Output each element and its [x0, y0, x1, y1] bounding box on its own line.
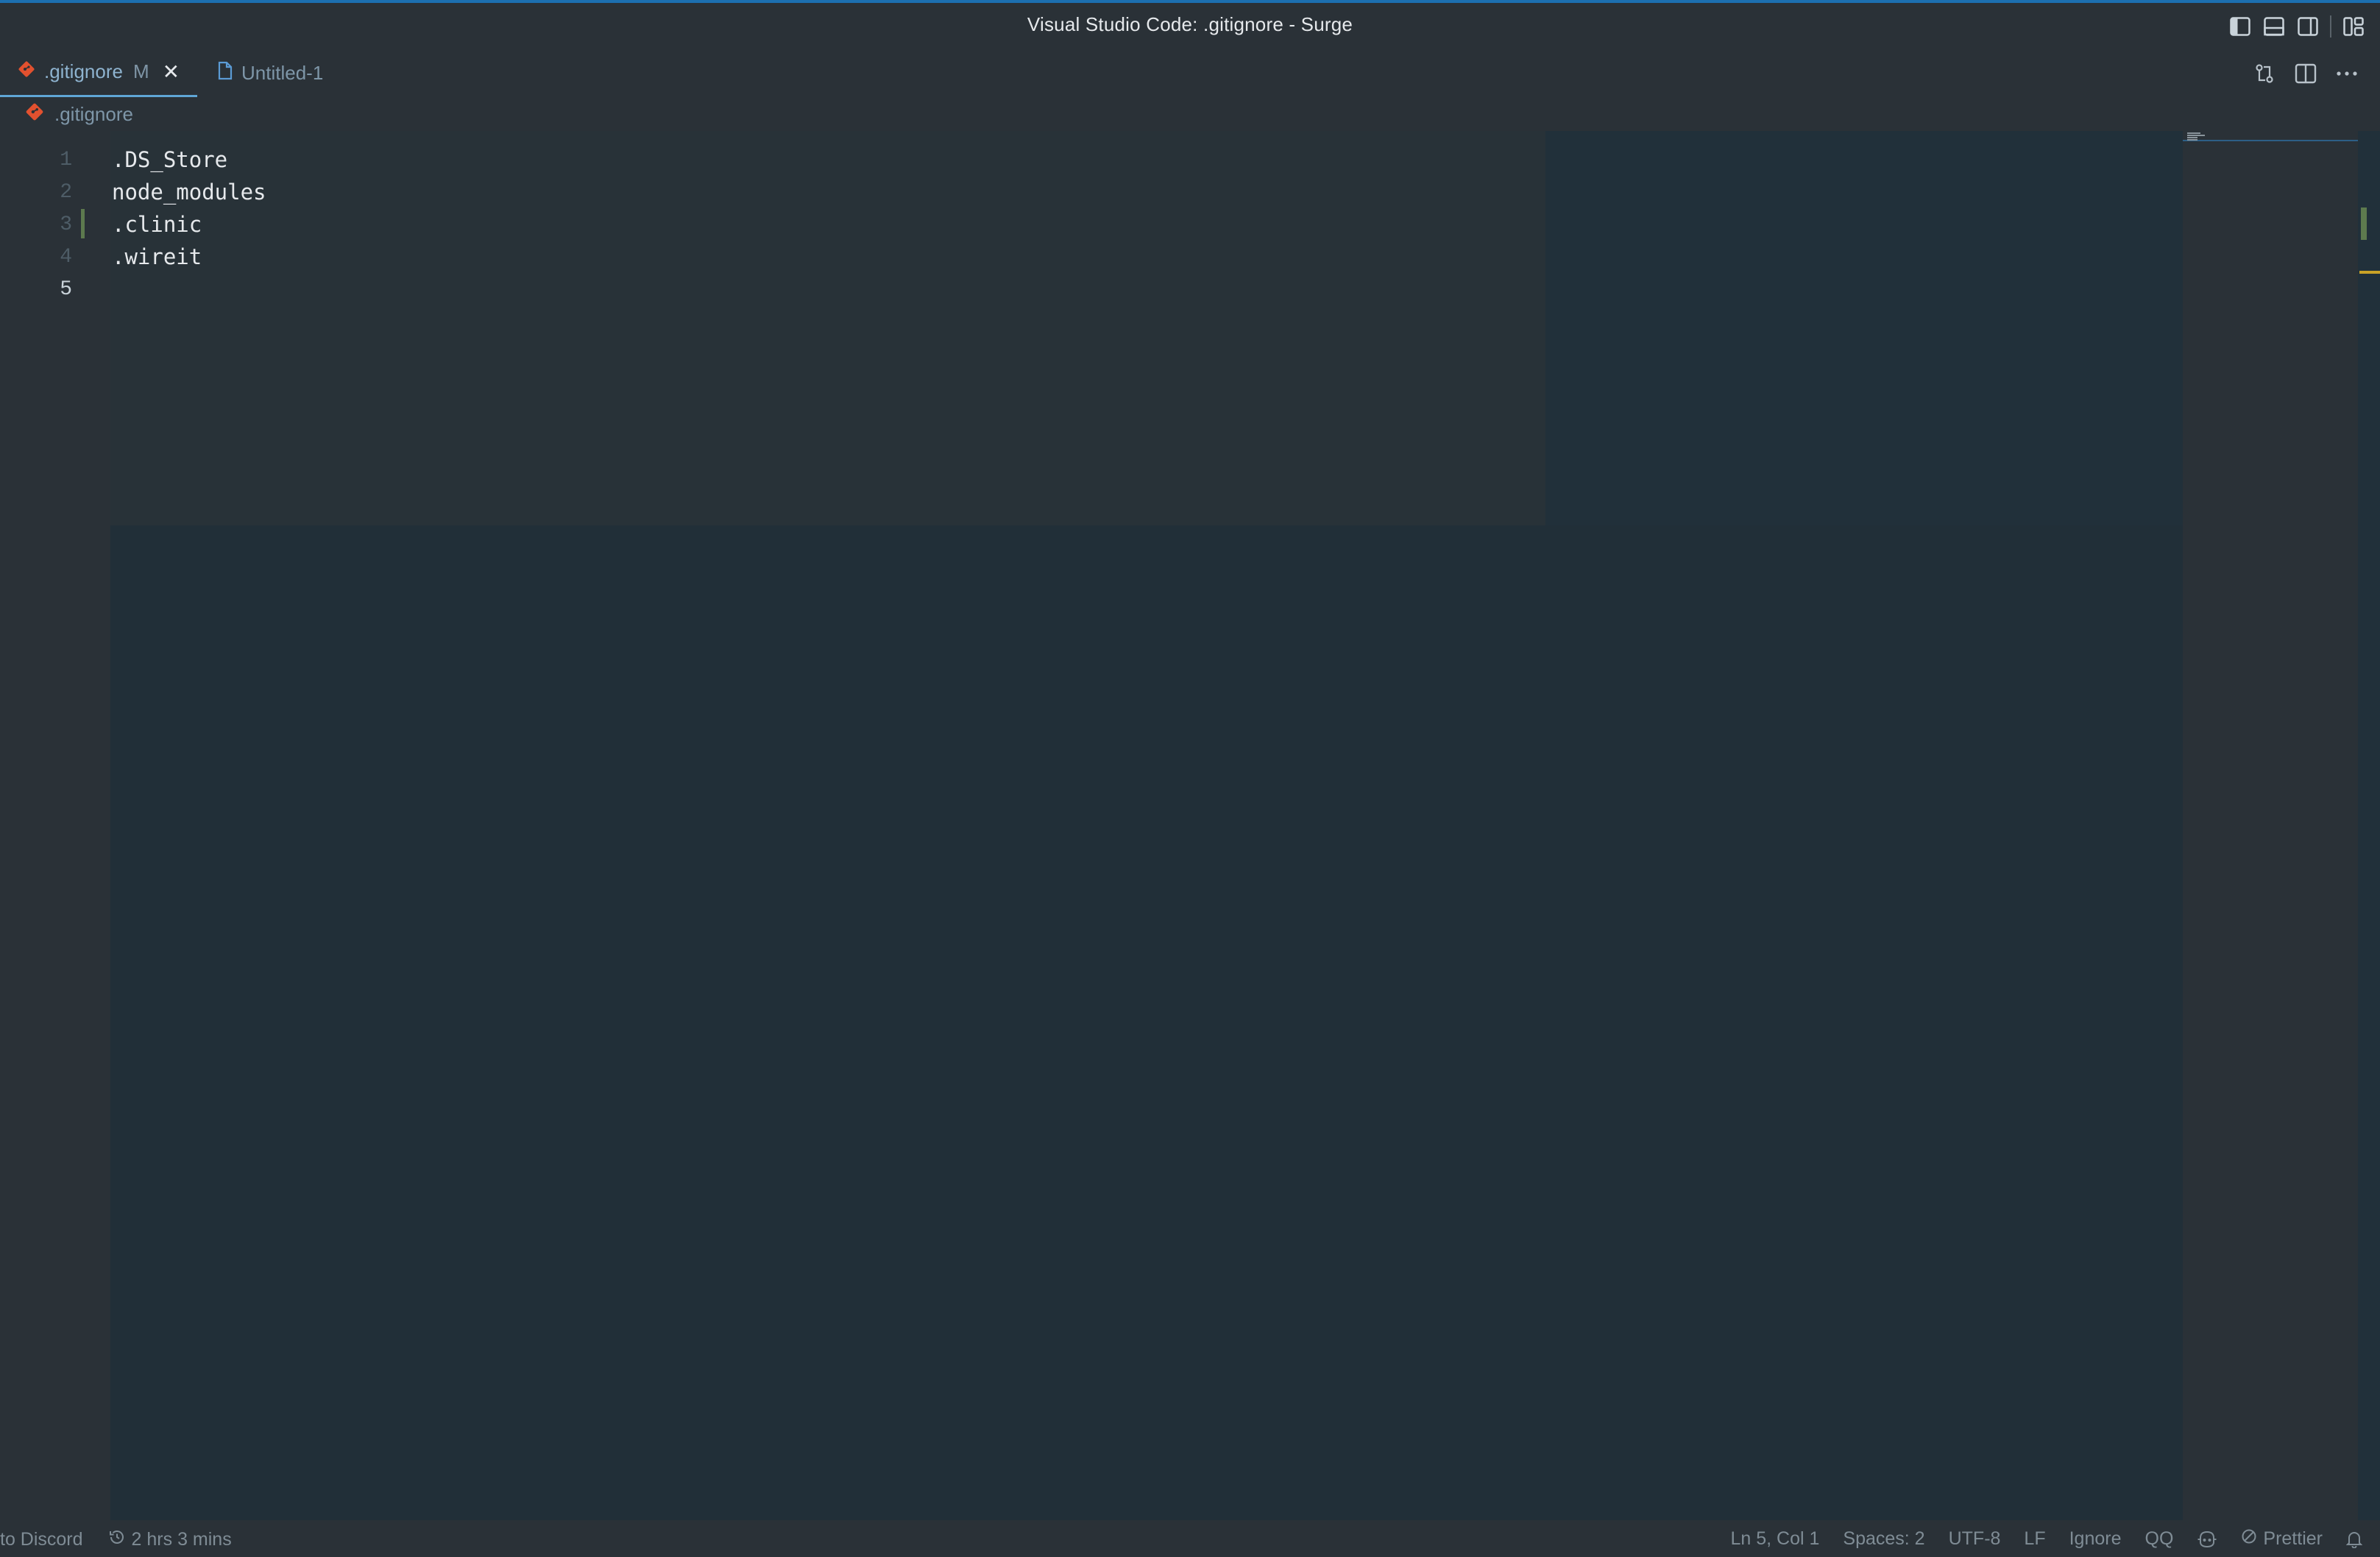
toggle-secondary-sidebar-icon[interactable] — [2296, 15, 2320, 38]
title-bar: Visual Studio Code: .gitignore - Surge — [0, 0, 2380, 49]
prettier-label: Prettier — [2263, 1528, 2323, 1549]
time-tracker[interactable]: 2 hrs 3 mins — [108, 1528, 232, 1551]
language-mode-selector[interactable]: Ignore — [2069, 1528, 2122, 1550]
breadcrumb[interactable]: .gitignore — [0, 97, 2380, 131]
minimap[interactable] — [2183, 131, 2358, 1520]
scrollbar-cursor-marker — [2359, 271, 2380, 274]
code-editor[interactable]: 1 2 3 4 5 .DS_Store node_modules .clinic… — [0, 131, 2380, 1520]
line-number: 4 — [60, 246, 72, 269]
discord-status[interactable]: to Discord — [0, 1529, 83, 1550]
time-tracked-label: 2 hrs 3 mins — [131, 1529, 232, 1550]
status-bar-left: to Discord 2 hrs 3 mins — [0, 1528, 232, 1551]
scrollbar-git-change-marker — [2361, 208, 2367, 240]
tab-untitled-1[interactable]: Untitled-1 — [213, 49, 361, 97]
editor-empty-area — [110, 525, 2183, 1520]
tab-label: Untitled-1 — [241, 61, 324, 84]
minimap-viewport[interactable] — [2183, 131, 2358, 141]
window-title: Visual Studio Code: .gitignore - Surge — [1027, 13, 1353, 35]
open-changes-icon[interactable] — [2252, 61, 2277, 86]
toggle-primary-sidebar-icon[interactable] — [2228, 15, 2252, 38]
prettier-status[interactable]: Prettier — [2241, 1528, 2323, 1550]
line-number: 2 — [60, 181, 72, 204]
line-number: 3 — [60, 213, 72, 236]
vscode-window: Visual Studio Code: .gitignore - Surge .… — [0, 0, 2380, 1557]
breadcrumb-label: .gitignore — [54, 102, 133, 125]
tab-gitignore[interactable]: .gitignore M ✕ — [0, 49, 197, 97]
editor-tab-bar: .gitignore M ✕ Untitled-1 — [0, 49, 2380, 97]
toggle-panel-icon[interactable] — [2262, 15, 2286, 38]
layout-controls — [2228, 15, 2365, 38]
more-actions-icon[interactable] — [2334, 61, 2359, 86]
code-line[interactable]: .DS_Store — [112, 147, 227, 172]
status-bar-right: Ln 5, Col 1 Spaces: 2 UTF-8 LF Ignore QQ… — [1730, 1528, 2362, 1550]
git-added-line-marker[interactable] — [81, 209, 85, 238]
customize-layout-icon[interactable] — [2342, 15, 2365, 38]
editor-actions — [2252, 61, 2359, 86]
file-icon — [218, 61, 233, 85]
layout-separator — [2330, 15, 2331, 38]
indentation-selector[interactable]: Spaces: 2 — [1843, 1528, 1924, 1550]
close-icon[interactable]: ✕ — [163, 60, 180, 84]
git-icon — [18, 60, 35, 83]
split-editor-icon[interactable] — [2293, 61, 2318, 86]
modified-badge: M — [132, 60, 149, 82]
cursor-position[interactable]: Ln 5, Col 1 — [1730, 1528, 1819, 1550]
vertical-scrollbar[interactable] — [2358, 131, 2380, 1520]
qq-status[interactable]: QQ — [2145, 1528, 2174, 1550]
line-number: 1 — [60, 149, 72, 171]
copilot-icon[interactable] — [2197, 1531, 2217, 1548]
prettier-disabled-icon — [2241, 1528, 2257, 1550]
line-number-gutter — [0, 131, 110, 1520]
git-icon — [25, 102, 44, 127]
line-ending-selector[interactable]: LF — [2024, 1528, 2045, 1550]
code-line[interactable]: node_modules — [112, 180, 266, 205]
discord-label: to Discord — [0, 1529, 83, 1550]
code-line[interactable]: .clinic — [112, 212, 202, 237]
status-bar: to Discord 2 hrs 3 mins Ln 5, Col 1 Spac… — [0, 1520, 2380, 1557]
history-icon — [108, 1528, 126, 1551]
line-number-current: 5 — [60, 278, 72, 301]
minimap-text-preview — [2187, 132, 2205, 141]
bell-icon[interactable] — [2346, 1531, 2362, 1548]
encoding-selector[interactable]: UTF-8 — [1949, 1528, 2001, 1550]
tab-label: .gitignore — [44, 60, 123, 82]
code-line[interactable]: .wireit — [112, 244, 202, 269]
editor-text-area — [110, 131, 1545, 525]
